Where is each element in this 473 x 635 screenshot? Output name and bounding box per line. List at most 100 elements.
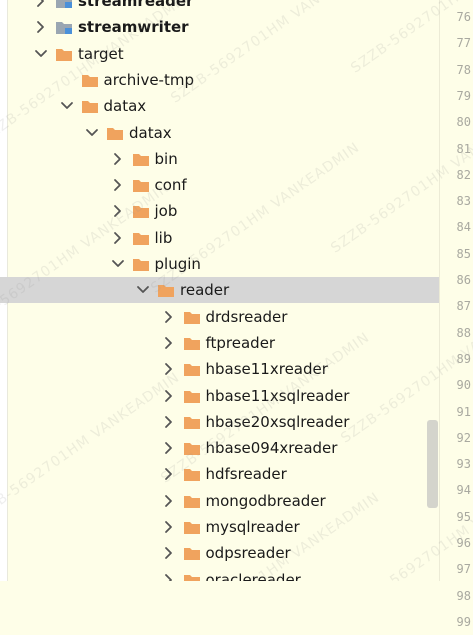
tree-item-label: archive-tmp bbox=[103, 70, 194, 89]
folder-icon bbox=[183, 383, 201, 409]
folder-icon bbox=[183, 409, 201, 435]
chevron-right-icon[interactable] bbox=[110, 172, 126, 198]
tree-row-ftpreader[interactable]: ftpreader bbox=[0, 330, 439, 356]
chevron-right-icon[interactable] bbox=[161, 435, 177, 461]
tree-item-label: hdfsreader bbox=[205, 465, 287, 484]
line-number: 95 bbox=[456, 509, 471, 524]
chevron-right-icon[interactable] bbox=[161, 383, 177, 409]
tree-item-label: mongodbreader bbox=[205, 491, 326, 510]
folder-icon bbox=[183, 330, 201, 356]
line-number: 78 bbox=[456, 62, 471, 77]
chevron-right-icon[interactable] bbox=[33, 14, 49, 40]
tree-row-odpsreader[interactable]: odpsreader bbox=[0, 540, 439, 566]
tree-item-label: odpsreader bbox=[205, 544, 291, 563]
chevron-right-icon[interactable] bbox=[161, 488, 177, 514]
folder-icon bbox=[157, 277, 175, 303]
tree-row-streamwriter[interactable]: streamwriter bbox=[0, 14, 439, 40]
tree-row-streamreader[interactable]: streamreader bbox=[0, 0, 439, 14]
tree-row-bin[interactable]: bin bbox=[0, 146, 439, 172]
tree-item-label: plugin bbox=[154, 255, 201, 273]
folder-icon bbox=[183, 304, 201, 330]
chevron-right-icon[interactable] bbox=[110, 146, 126, 172]
tree-item-label: hbase11xreader bbox=[205, 360, 328, 379]
tree-item-label: drdsreader bbox=[205, 307, 288, 326]
folder-icon bbox=[81, 93, 99, 119]
line-number: 90 bbox=[456, 378, 471, 393]
line-number: 94 bbox=[456, 483, 471, 498]
tree-row-reader[interactable]: reader bbox=[0, 277, 439, 304]
line-number: 84 bbox=[456, 220, 471, 235]
line-number: 80 bbox=[456, 115, 471, 130]
tree-item-label: oraclereader bbox=[205, 570, 301, 581]
line-number: 98 bbox=[456, 588, 471, 603]
folder-icon bbox=[106, 120, 124, 146]
tree-item-label: datax bbox=[129, 123, 172, 142]
chevron-down-icon[interactable] bbox=[59, 93, 75, 119]
tree-row-datax[interactable]: datax bbox=[0, 120, 439, 146]
tree-row-datax[interactable]: datax bbox=[0, 93, 439, 119]
tree-row-plugin[interactable]: plugin bbox=[0, 251, 439, 277]
tree-row-mongodbreader[interactable]: mongodbreader bbox=[0, 488, 439, 514]
tree-row-hbase094xreader[interactable]: hbase094xreader bbox=[0, 435, 439, 461]
chevron-right-icon[interactable] bbox=[33, 0, 49, 14]
chevron-right-icon[interactable] bbox=[161, 409, 177, 435]
folder-icon bbox=[183, 540, 201, 566]
chevron-right-icon[interactable] bbox=[110, 225, 126, 251]
folder-icon bbox=[183, 488, 201, 514]
folder-icon bbox=[132, 146, 150, 172]
tree-item-label: mysqlreader bbox=[205, 518, 300, 536]
line-number: 93 bbox=[456, 457, 471, 472]
tree-row-archive-tmp[interactable]: archive-tmp bbox=[0, 67, 439, 93]
tree-row-target[interactable]: target bbox=[0, 41, 439, 67]
folder-icon bbox=[132, 225, 150, 251]
tree-row-hdfsreader[interactable]: hdfsreader bbox=[0, 461, 439, 487]
module-icon bbox=[55, 0, 73, 14]
tree-item-label: hbase094xreader bbox=[205, 439, 338, 458]
folder-icon bbox=[132, 172, 150, 198]
chevron-right-icon[interactable] bbox=[161, 540, 177, 566]
folder-icon bbox=[183, 356, 201, 382]
project-tree[interactable]: streamreader streamwriter target archive-tm… bbox=[0, 0, 439, 581]
line-number-gutter: 76 77 78 79 80 81 82 83 84 85 86 87 88 89 90 91 92 93 94 95… bbox=[439, 0, 473, 629]
line-number: 88 bbox=[456, 325, 471, 340]
line-number: 85 bbox=[456, 246, 471, 261]
chevron-right-icon[interactable] bbox=[110, 198, 126, 224]
line-number: 76 bbox=[456, 10, 471, 24]
tree-row-hbase20xsqlreader[interactable]: hbase20xsqlreader bbox=[0, 409, 439, 435]
tree-row-oraclereader[interactable]: oraclereader bbox=[0, 567, 439, 581]
chevron-down-icon[interactable] bbox=[110, 251, 126, 277]
chevron-down-icon[interactable] bbox=[84, 120, 100, 146]
tree-item-label: ftpreader bbox=[205, 333, 276, 352]
tree-item-label: streamwriter bbox=[78, 18, 189, 37]
line-number: 82 bbox=[456, 167, 471, 182]
chevron-right-icon[interactable] bbox=[161, 330, 177, 356]
line-number: 92 bbox=[456, 430, 471, 445]
tree-item-label: datax bbox=[103, 97, 147, 116]
chevron-right-icon[interactable] bbox=[161, 514, 177, 540]
tree-row-conf[interactable]: conf bbox=[0, 172, 439, 198]
tree-row-lib[interactable]: lib bbox=[0, 225, 439, 251]
tree-item-label: streamreader bbox=[78, 0, 194, 10]
chevron-right-icon[interactable] bbox=[161, 461, 177, 487]
tree-item-label: conf bbox=[154, 176, 187, 195]
tree-item-label: bin bbox=[154, 149, 178, 168]
chevron-down-icon[interactable] bbox=[33, 41, 49, 67]
chevron-down-icon[interactable] bbox=[135, 277, 151, 303]
tree-item-label: lib bbox=[154, 228, 173, 247]
chevron-right-icon[interactable] bbox=[161, 304, 177, 330]
scrollbar-thumb[interactable] bbox=[427, 420, 438, 508]
tree-row-hbase11xsqlreader[interactable]: hbase11xsqlreader bbox=[0, 383, 439, 409]
folder-icon bbox=[183, 461, 201, 487]
folder-icon bbox=[132, 251, 150, 277]
chevron-right-icon[interactable] bbox=[161, 567, 177, 581]
tree-row-drdsreader[interactable]: drdsreader bbox=[0, 304, 439, 330]
tree-row-mysqlreader[interactable]: mysqlreader bbox=[0, 514, 439, 540]
folder-icon bbox=[55, 41, 73, 67]
chevron-right-icon[interactable] bbox=[161, 356, 177, 382]
folder-icon bbox=[183, 435, 201, 461]
tree-row-job[interactable]: job bbox=[0, 198, 439, 224]
tree-item-label: hbase11xsqlreader bbox=[205, 386, 350, 405]
line-number: 83 bbox=[456, 194, 471, 209]
tree-row-hbase11xreader[interactable]: hbase11xreader bbox=[0, 356, 439, 382]
tree-item-label: target bbox=[78, 44, 124, 63]
